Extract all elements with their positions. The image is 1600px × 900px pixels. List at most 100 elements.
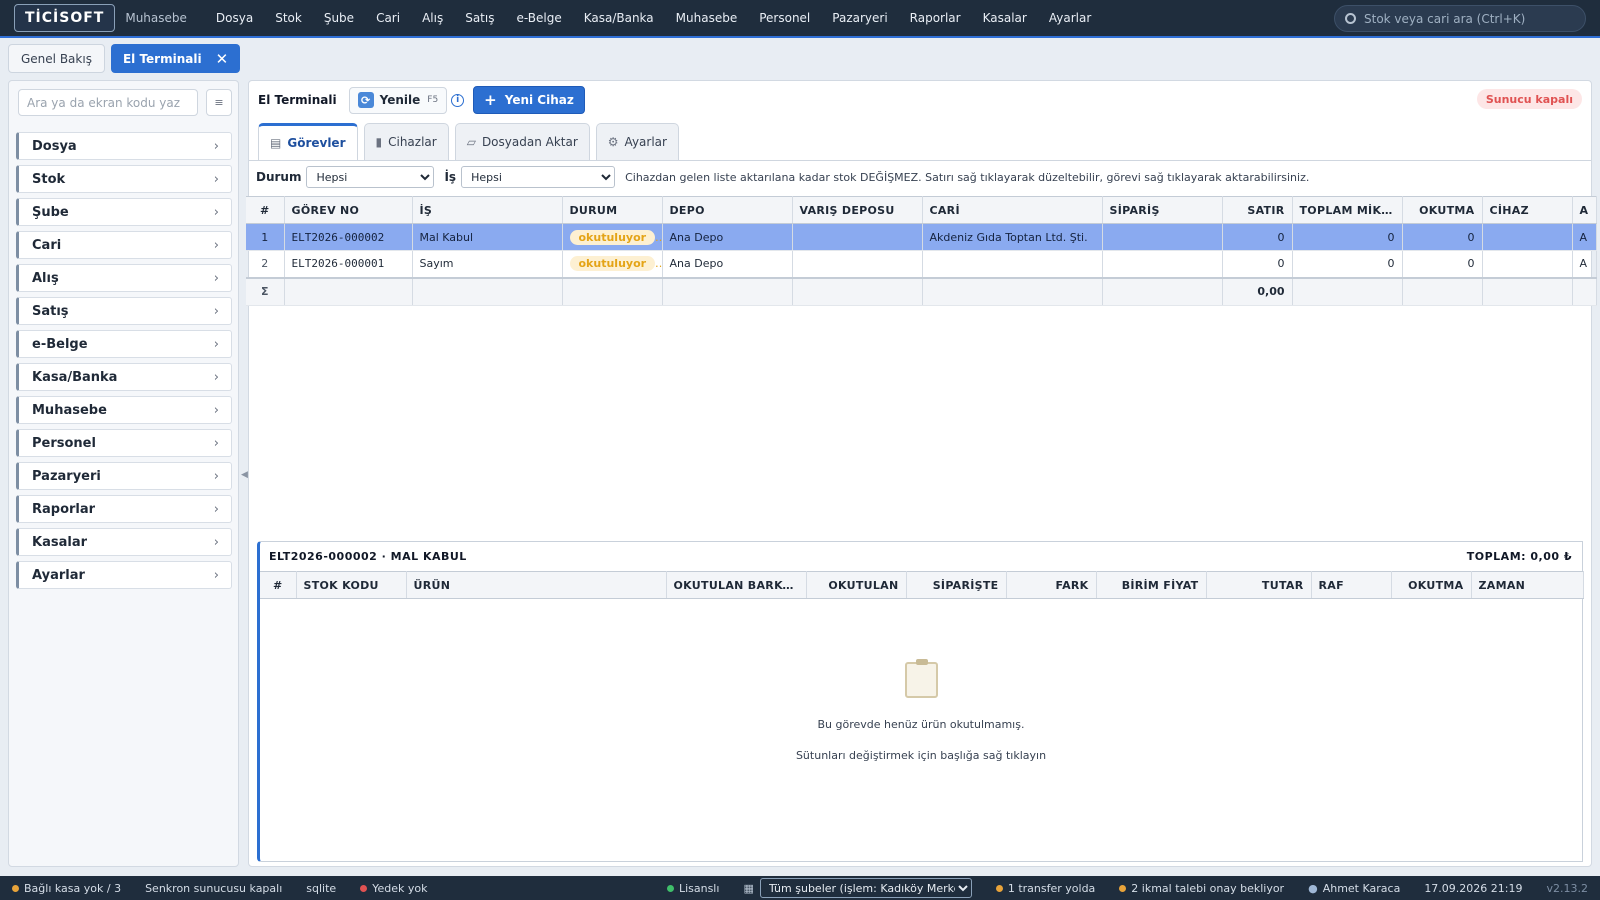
col-toplam-miktar[interactable]: TOPLAM MİK... bbox=[1292, 196, 1403, 224]
chevron-right-icon: › bbox=[213, 204, 219, 220]
menu-personel[interactable]: Personel bbox=[748, 0, 821, 36]
empty-hint: Sütunları değiştirmek için başlığa sağ t… bbox=[795, 749, 1047, 762]
building-icon: ▦ bbox=[743, 881, 754, 895]
tab-gorevler[interactable]: ▤ Görevler bbox=[258, 123, 358, 160]
app-logo[interactable]: TİCİSOFT bbox=[14, 4, 116, 32]
col-index[interactable]: # bbox=[246, 196, 285, 224]
col-birim-fiyat[interactable]: BİRİM FİYAT bbox=[1096, 571, 1207, 599]
col-raf[interactable]: RAF bbox=[1311, 571, 1392, 599]
col-tutar[interactable]: TUTAR bbox=[1206, 571, 1312, 599]
menu-list-icon[interactable]: ≡ bbox=[206, 89, 232, 116]
sidebar-item-satis[interactable]: Satış › bbox=[16, 297, 232, 325]
menu-alis[interactable]: Alış bbox=[411, 0, 454, 36]
toolbar: El Terminali ⟳ Yenile F5 i + Yeni Cihaz … bbox=[249, 81, 1591, 119]
sum-cell bbox=[1572, 276, 1597, 306]
tab-dosyadan-aktar[interactable]: ▱ Dosyadan Aktar bbox=[454, 123, 590, 160]
new-device-button[interactable]: + Yeni Cihaz bbox=[473, 86, 585, 114]
menu-stok[interactable]: Stok bbox=[264, 0, 313, 36]
table-row[interactable]: 2 ELT2026-000001 Sayım okutuluyor Ana De… bbox=[246, 250, 1597, 278]
sidebar-item-ebelge[interactable]: e-Belge › bbox=[16, 330, 232, 358]
col-satir[interactable]: SATIR bbox=[1222, 196, 1293, 224]
table-row[interactable]: 1 ELT2026-000002 Mal Kabul okutuluyor An… bbox=[246, 223, 1597, 251]
menu-dosya[interactable]: Dosya bbox=[205, 0, 264, 36]
col-okutma[interactable]: OKUTMA bbox=[1391, 571, 1472, 599]
menu-kasalar[interactable]: Kasalar bbox=[972, 0, 1038, 36]
sidebar-item-label: Personel bbox=[32, 435, 96, 451]
close-icon[interactable]: ✕ bbox=[216, 50, 229, 68]
menu-muhasebe[interactable]: Muhasebe bbox=[665, 0, 749, 36]
status-dot-icon bbox=[12, 884, 19, 892]
durum-select[interactable]: Hepsi bbox=[306, 166, 435, 188]
sidebar-item-muhasebe[interactable]: Muhasebe › bbox=[16, 396, 232, 424]
sidebar-item-pazaryeri[interactable]: Pazaryeri › bbox=[16, 462, 232, 490]
col-cihaz[interactable]: CİHAZ bbox=[1482, 196, 1573, 224]
col-extra[interactable]: A bbox=[1572, 196, 1597, 224]
sidebar-item-stok[interactable]: Stok › bbox=[16, 165, 232, 193]
col-sipariste[interactable]: SİPARİŞTE bbox=[906, 571, 1007, 599]
phone-icon: ▮ bbox=[375, 135, 383, 149]
col-gorev-no[interactable]: GÖREV NO bbox=[284, 196, 413, 224]
sidebar-search-input[interactable] bbox=[18, 89, 198, 116]
sum-cell bbox=[1292, 276, 1403, 306]
col-okutulan-barkod[interactable]: OKUTULAN BARKOD bbox=[666, 571, 807, 599]
status-text: 2 ikmal talebi onay bekliyor bbox=[1131, 881, 1285, 895]
menu-satis[interactable]: Satış bbox=[454, 0, 505, 36]
sidebar-item-personel[interactable]: Personel › bbox=[16, 429, 232, 457]
col-urun[interactable]: ÜRÜN bbox=[406, 571, 667, 599]
sidebar-item-ayarlar[interactable]: Ayarlar › bbox=[16, 561, 232, 589]
branch-select[interactable]: Tüm şubeler (işlem: Kadıköy Merkez) bbox=[759, 878, 972, 898]
menu-ayarlar[interactable]: Ayarlar bbox=[1038, 0, 1102, 36]
sidebar-item-raporlar[interactable]: Raporlar › bbox=[16, 495, 232, 523]
sidebar-collapse-icon[interactable]: ◀ bbox=[241, 470, 248, 480]
col-okutulan[interactable]: OKUTULAN bbox=[806, 571, 907, 599]
col-zaman[interactable]: ZAMAN bbox=[1471, 571, 1584, 599]
chevron-right-icon: › bbox=[213, 501, 219, 517]
page-tabs: Genel Bakış El Terminali ✕ bbox=[8, 44, 241, 73]
col-is[interactable]: İŞ bbox=[412, 196, 563, 224]
menu-cari[interactable]: Cari bbox=[365, 0, 411, 36]
status-user[interactable]: ● Ahmet Karaca bbox=[1296, 876, 1412, 900]
menu-pazaryeri[interactable]: Pazaryeri bbox=[821, 0, 898, 36]
gear-icon: ⚙ bbox=[607, 135, 619, 149]
col-cari[interactable]: CARİ bbox=[922, 196, 1103, 224]
filter-bar: Durum Hepsi İş Hepsi Cihazdan gelen list… bbox=[256, 166, 1309, 188]
sidebar-item-cari[interactable]: Cari › bbox=[16, 231, 232, 259]
tab-cihazlar[interactable]: ▮ Cihazlar bbox=[363, 123, 449, 160]
menu-ebelge[interactable]: e-Belge bbox=[505, 0, 572, 36]
sidebar-item-kasa-banka[interactable]: Kasa/Banka › bbox=[16, 363, 232, 391]
is-select[interactable]: Hepsi bbox=[461, 166, 616, 188]
menu-sube[interactable]: Şube bbox=[313, 0, 365, 36]
sidebar-item-alis[interactable]: Alış › bbox=[16, 264, 232, 292]
sidebar-item-sube[interactable]: Şube › bbox=[16, 198, 232, 226]
menu-raporlar[interactable]: Raporlar bbox=[899, 0, 972, 36]
cell-varis-deposu bbox=[792, 250, 923, 278]
col-index[interactable]: # bbox=[260, 571, 297, 599]
status-transfer[interactable]: 1 transfer yolda bbox=[984, 876, 1107, 900]
cell-toplam: 0 bbox=[1292, 223, 1403, 251]
global-search-input[interactable] bbox=[1364, 11, 1574, 26]
col-siparis[interactable]: SİPARİŞ bbox=[1102, 196, 1223, 224]
chevron-right-icon: › bbox=[213, 138, 219, 154]
is-label: İş bbox=[444, 170, 457, 184]
tab-ayarlar[interactable]: ⚙ Ayarlar bbox=[595, 123, 679, 160]
global-search[interactable] bbox=[1334, 5, 1586, 32]
col-depo[interactable]: DEPO bbox=[662, 196, 793, 224]
tab-el-terminali[interactable]: El Terminali ✕ bbox=[110, 44, 241, 73]
col-stok-kodu[interactable]: STOK KODU bbox=[296, 571, 407, 599]
sidebar-item-dosya[interactable]: Dosya › bbox=[16, 132, 232, 160]
sidebar-item-label: Dosya bbox=[32, 138, 77, 154]
sum-cell bbox=[1402, 276, 1483, 306]
info-icon[interactable]: i bbox=[451, 93, 465, 107]
col-okutma[interactable]: OKUTMA bbox=[1402, 196, 1483, 224]
col-fark[interactable]: FARK bbox=[1006, 571, 1097, 599]
main-menu: Dosya Stok Şube Cari Alış Satış e-Belge … bbox=[205, 0, 1102, 36]
status-text: Bağlı kasa yok / 3 bbox=[24, 881, 122, 895]
col-durum[interactable]: DURUM bbox=[562, 196, 663, 224]
menu-kasa-banka[interactable]: Kasa/Banka bbox=[573, 0, 665, 36]
chevron-right-icon: › bbox=[213, 270, 219, 286]
status-ikmal[interactable]: 2 ikmal talebi onay bekliyor bbox=[1107, 876, 1296, 900]
sidebar-item-kasalar[interactable]: Kasalar › bbox=[16, 528, 232, 556]
refresh-button[interactable]: ⟳ Yenile F5 bbox=[348, 86, 448, 114]
tab-genel-bakis[interactable]: Genel Bakış bbox=[8, 44, 105, 73]
col-varis-deposu[interactable]: VARIŞ DEPOSU bbox=[792, 196, 923, 224]
